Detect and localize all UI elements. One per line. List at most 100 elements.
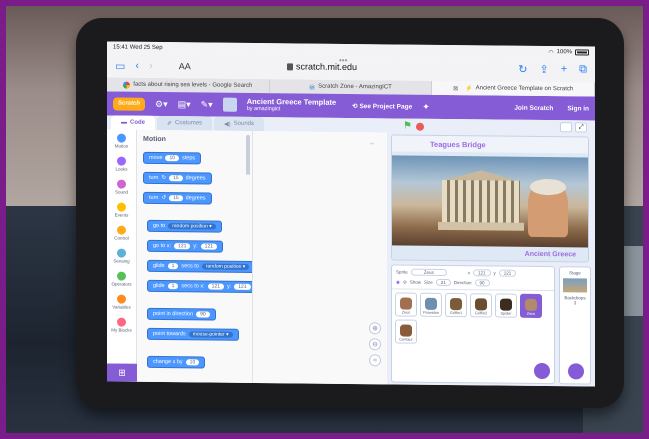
- category-operators[interactable]: Operators: [107, 267, 136, 290]
- category-my-blocks[interactable]: My Blocks: [107, 313, 136, 336]
- forward-icon[interactable]: ›: [149, 60, 153, 72]
- size-field[interactable]: 21: [435, 278, 451, 287]
- tutorials-lightbulb-icon[interactable]: ✦: [422, 101, 430, 112]
- sprite-tile[interactable]: Griffin2: [470, 293, 492, 318]
- zoom-in-button[interactable]: ⊕: [369, 322, 381, 335]
- fullscreen-button[interactable]: ⤢: [575, 122, 587, 133]
- dropdown-value: mouse-pointer: [192, 331, 225, 338]
- browser-tab-google[interactable]: facts about rising sea levels - Google S…: [107, 77, 270, 94]
- block-point-towards[interactable]: point towards mouse-pointer ▾: [147, 327, 239, 341]
- see-project-page-button[interactable]: ⟲ See Project Page: [352, 102, 412, 111]
- block-input[interactable]: 1: [167, 283, 179, 290]
- tab-costumes[interactable]: ✐ Costumes: [157, 115, 213, 131]
- block-turn-left[interactable]: turn ↺ 15 degrees: [143, 191, 212, 205]
- block-go-to[interactable]: go to random position ▾: [147, 219, 222, 233]
- direction-field[interactable]: 90: [474, 279, 490, 287]
- sprite-tile-label: Griffin1: [449, 311, 463, 316]
- turn-right-icon: ↻: [161, 175, 167, 182]
- backdrops-count: 3: [573, 300, 577, 306]
- edit-menu-icon[interactable]: ✎▾: [201, 99, 213, 110]
- category-variables[interactable]: Variables: [107, 290, 136, 313]
- join-scratch-link[interactable]: Join Scratch: [514, 104, 553, 111]
- block-input[interactable]: 10: [185, 359, 200, 366]
- block-text: point towards: [153, 330, 186, 338]
- palette-scrollbar[interactable]: [246, 134, 250, 175]
- choose-backdrop-icon[interactable]: [568, 363, 584, 380]
- category-sensing[interactable]: Sensing: [107, 244, 136, 267]
- block-input[interactable]: 121: [207, 283, 224, 290]
- block-input[interactable]: 121: [200, 243, 218, 250]
- block-turn-right[interactable]: turn ↻ 15 degrees: [143, 171, 212, 185]
- close-tab-icon[interactable]: ⊠: [453, 85, 458, 92]
- zoom-out-button[interactable]: ⊖: [369, 338, 381, 351]
- category-events[interactable]: Events: [107, 198, 136, 221]
- category-control[interactable]: Control: [107, 221, 136, 244]
- category-sound[interactable]: Sound: [107, 175, 136, 198]
- browser-tab-label: Ancient Greece Template on Scratch: [475, 85, 574, 93]
- block-input[interactable]: 15: [169, 195, 183, 202]
- tabs-overview-icon[interactable]: ⧉: [579, 63, 587, 76]
- stage-target-pane[interactable]: Stage Backdrops 3: [559, 266, 591, 385]
- sprite-tile[interactable]: Poseidon: [420, 292, 442, 317]
- zoom-reset-button[interactable]: =: [369, 354, 381, 367]
- back-icon[interactable]: ‹: [135, 60, 139, 72]
- reload-icon[interactable]: ↻: [518, 63, 527, 76]
- block-text: go to x:: [153, 242, 172, 250]
- show-eye-icon[interactable]: ◉: [396, 279, 400, 285]
- stop-icon[interactable]: [415, 122, 424, 131]
- sprite-tile[interactable]: Zeus: [395, 292, 417, 317]
- reader-aa-button[interactable]: AA: [179, 61, 191, 71]
- sidebar-icon[interactable]: ▭: [115, 59, 125, 72]
- status-time: 15:41: [113, 44, 129, 51]
- stage[interactable]: Teagues Bridge Ancient Greece: [391, 134, 589, 263]
- tab-costumes-label: Costumes: [175, 120, 203, 127]
- safari-toolbar: ▭ ‹ › AA ••• scratch.mit.edu ↻ ⇪ + ⧉: [107, 53, 595, 83]
- block-dropdown[interactable]: random position ▾: [168, 223, 216, 230]
- y-field[interactable]: 121: [498, 269, 517, 277]
- hide-eye-icon[interactable]: ⊘: [403, 279, 407, 285]
- sprite-tile[interactable]: Centaur: [395, 319, 417, 344]
- sign-in-link[interactable]: Sign in: [567, 105, 589, 112]
- block-move-steps[interactable]: move 10 steps: [143, 151, 202, 165]
- x-field[interactable]: 121: [473, 269, 491, 277]
- browser-tab-scratch-zone[interactable]: Ⓦ Scratch Zone - AmazingICT: [269, 79, 433, 95]
- block-input[interactable]: 121: [234, 283, 251, 290]
- green-flag-icon[interactable]: ⚑: [403, 121, 412, 132]
- address-bar[interactable]: scratch.mit.edu: [287, 61, 357, 72]
- code-area[interactable]: ⌁ ⊕ ⊖ =: [253, 130, 387, 385]
- add-extension-icon[interactable]: ⊞: [107, 363, 137, 382]
- sprite-tile[interactable]: Zeus: [520, 293, 542, 319]
- block-glide-xy[interactable]: glide 1 secs to x: 121 y: 121: [147, 279, 253, 294]
- scratch-logo[interactable]: Scratch: [113, 97, 145, 111]
- language-gear-icon[interactable]: ⚙▾: [155, 98, 168, 109]
- choose-sprite-cat-icon[interactable]: [534, 362, 550, 380]
- category-dot-icon: [117, 248, 126, 258]
- browser-tab-ancient-greece[interactable]: ⊠ ⚡ Ancient Greece Template on Scratch: [432, 80, 595, 97]
- block-dropdown[interactable]: mouse-pointer ▾: [188, 331, 233, 338]
- file-menu-icon[interactable]: ▤▾: [178, 99, 191, 110]
- block-input[interactable]: 15: [169, 175, 183, 182]
- tab-code[interactable]: ▬ Code: [111, 115, 155, 130]
- category-dot-icon: [117, 225, 126, 235]
- block-dropdown[interactable]: random position ▾: [201, 263, 250, 270]
- block-input[interactable]: 121: [174, 243, 191, 250]
- block-point-direction[interactable]: point in direction 90: [147, 307, 216, 321]
- block-input[interactable]: 90: [196, 311, 210, 318]
- sprite-tile[interactable]: Griffin1: [445, 292, 467, 318]
- block-change-x[interactable]: change x by 10: [147, 355, 206, 369]
- block-text: y:: [226, 283, 232, 290]
- category-looks[interactable]: Looks: [107, 152, 136, 175]
- new-tab-icon[interactable]: +: [561, 63, 567, 76]
- block-input[interactable]: 1: [167, 263, 179, 270]
- tab-sounds[interactable]: ◀) Sounds: [214, 116, 265, 132]
- sprite-name-field[interactable]: Zeus: [410, 268, 447, 277]
- block-glide-to[interactable]: glide 1 secs to random position ▾: [147, 259, 253, 273]
- sprite-tile[interactable]: Spider: [495, 293, 517, 318]
- category-motion[interactable]: Motion: [107, 129, 136, 152]
- block-go-to-xy[interactable]: go to x: 121 y: 121: [147, 239, 224, 253]
- share-icon[interactable]: ⇪: [539, 63, 548, 76]
- small-stage-button[interactable]: [560, 122, 572, 133]
- show-label: Show: [409, 279, 421, 285]
- block-input[interactable]: 10: [165, 155, 180, 162]
- block-text: steps: [182, 155, 196, 162]
